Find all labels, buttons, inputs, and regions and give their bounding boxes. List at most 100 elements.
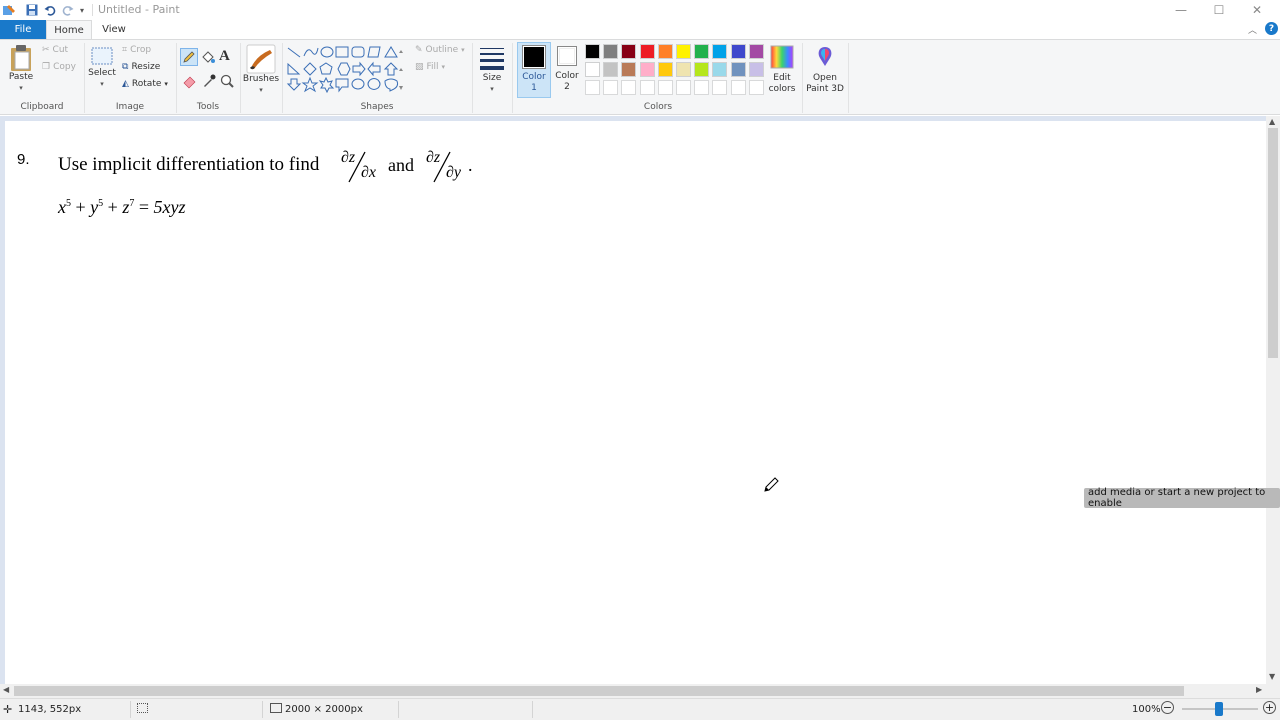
group-divider [802,43,803,113]
color1-button[interactable]: Color 1 [517,42,551,98]
palette-swatch[interactable] [603,44,618,59]
paint-app-icon[interactable] [2,2,16,18]
tab-file[interactable]: File [0,20,46,39]
palette-swatch[interactable] [676,62,691,77]
eraser-tool[interactable] [182,73,198,89]
palette-custom-slot[interactable] [712,80,727,95]
rotate-label: Rotate [131,79,162,89]
paint3d-icon [818,47,832,66]
size-label: Size [482,73,502,83]
text-tool[interactable]: A [219,48,235,66]
magnifier-tool[interactable] [219,73,235,89]
color2-label: Color [555,71,579,81]
shapes-gallery-icons [286,46,403,94]
paint3d-label-line1: Open [812,73,838,83]
cursor-position-icon: ✛ [3,703,13,716]
palette-custom-slot[interactable] [694,80,709,95]
horizontal-scrollbar[interactable]: ◀ ▶ [0,684,1280,698]
color2-button[interactable]: Color 2 [553,42,581,98]
palette-custom-slot[interactable] [658,80,673,95]
palette-swatch[interactable] [731,62,746,77]
palette-custom-slot[interactable] [731,80,746,95]
palette-custom-slot[interactable] [621,80,636,95]
fill-label: Fill [426,62,439,72]
palette-swatch[interactable] [694,62,709,77]
quick-access-dropdown-icon[interactable]: ▾ [78,2,86,18]
palette-swatch[interactable] [749,44,764,59]
save-icon[interactable] [25,2,39,18]
tab-view[interactable]: View [96,20,132,39]
horizontal-scroll-thumb[interactable] [14,686,1184,696]
select-button[interactable]: Select ▾ [88,46,116,90]
zoom-out-icon[interactable]: − [1161,701,1174,714]
scroll-right-icon[interactable]: ▶ [1256,685,1262,694]
brushes-label: Brushes [242,74,280,84]
palette-custom-slot[interactable] [749,80,764,95]
shapes-gallery[interactable] [286,44,404,94]
color-picker-tool[interactable] [201,73,217,89]
fraction-denominator: ∂x [361,164,377,181]
copy-button[interactable]: ❐ Copy [42,62,76,72]
help-icon[interactable]: ? [1265,22,1278,35]
palette-custom-slot[interactable] [585,80,600,95]
palette-swatch[interactable] [712,62,727,77]
collapse-ribbon-icon[interactable]: ︿ [1248,23,1257,36]
palette-swatch[interactable] [585,44,600,59]
palette-swatch[interactable] [731,44,746,59]
palette-custom-slot[interactable] [603,80,618,95]
edit-colors-button[interactable]: Edit colors [767,44,797,95]
palette-swatch[interactable] [621,62,636,77]
zoom-slider-thumb[interactable] [1215,702,1223,716]
crop-button[interactable]: ⌗ Crop [122,45,151,55]
pencil-tool[interactable] [180,48,198,66]
scroll-left-icon[interactable]: ◀ [3,685,9,694]
palette-swatch[interactable] [658,44,673,59]
scroll-down-icon[interactable]: ▼ [1269,672,1275,681]
fill-tool[interactable] [200,49,216,65]
palette-swatch[interactable] [603,62,618,77]
palette-swatch[interactable] [712,44,727,59]
problem-number: 9. [17,151,30,168]
size-button[interactable]: Size ▾ [476,45,508,95]
pencil-icon [183,51,195,63]
fraction-denominator: ∂y [446,164,462,181]
cut-button[interactable]: ✂ Cut [42,45,68,55]
group-divider [848,43,849,113]
fill-bucket-icon: ▧ [415,62,424,72]
vertical-scrollbar[interactable]: ▲ ▼ [1266,116,1280,684]
palette-swatch[interactable] [694,44,709,59]
brushes-button[interactable]: Brushes ▾ [242,44,280,96]
redo-icon[interactable] [61,2,75,18]
ribbon: Paste ▾ ✂ Cut ❐ Copy Clipboard Select ▾ … [0,39,1280,115]
paste-button[interactable]: Paste ▾ [6,44,36,94]
color2-swatch [557,46,577,66]
eq-exp-y: 5 [98,198,104,209]
open-paint3d-button[interactable]: Open Paint 3D [806,44,844,95]
palette-swatch[interactable] [621,44,636,59]
equation: x5 + y5 + z7 = 5xyz [58,197,185,218]
rotate-button[interactable]: ◭ Rotate ▾ [122,79,168,89]
close-button[interactable]: ✕ [1234,0,1280,20]
select-rectangle-icon [91,47,113,65]
tab-home[interactable]: Home [46,20,92,39]
palette-custom-slot[interactable] [676,80,691,95]
undo-icon[interactable] [43,2,57,18]
drawing-canvas[interactable]: 9. Use implicit differentiation to find … [5,121,1266,684]
palette-swatch[interactable] [658,62,673,77]
palette-swatch[interactable] [585,62,600,77]
palette-custom-slot[interactable] [640,80,655,95]
line-size-icon [480,48,504,70]
palette-swatch[interactable] [676,44,691,59]
outline-button[interactable]: ✎ Outline ▾ [415,45,465,55]
palette-swatch[interactable] [640,44,655,59]
resize-label: Resize [131,62,161,72]
scroll-up-icon[interactable]: ▲ [1269,117,1275,126]
vertical-scroll-thumb[interactable] [1268,128,1278,358]
palette-swatch[interactable] [749,62,764,77]
zoom-in-icon[interactable]: + [1263,701,1276,714]
status-bar: ✛ 1143, 552px 2000 × 2000px 100% − + [0,698,1280,720]
resize-button[interactable]: ⧉ Resize [122,62,160,72]
fill-button[interactable]: ▧ Fill ▾ [415,62,445,72]
eq-rhs: 5xyz [153,197,186,217]
palette-swatch[interactable] [640,62,655,77]
